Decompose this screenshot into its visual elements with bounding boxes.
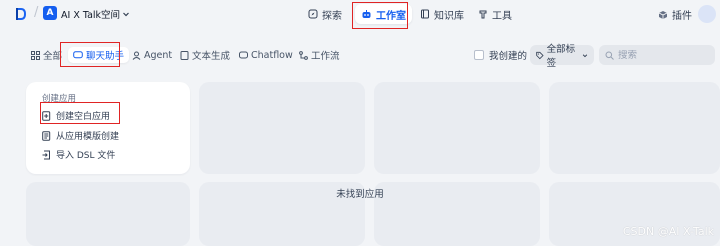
plugin-label: 插件 bbox=[672, 11, 692, 22]
nav-knowledge[interactable]: 知识库 bbox=[414, 4, 470, 24]
workflow-icon bbox=[299, 50, 308, 60]
import-dsl-label: 导入 DSL 文件 bbox=[56, 151, 116, 161]
create-blank-app-button[interactable]: 创建空白应用 bbox=[42, 109, 110, 122]
created-by-me-checkbox[interactable] bbox=[474, 50, 484, 60]
nav-studio[interactable]: 工作室 bbox=[355, 4, 412, 24]
tab-text-generation[interactable]: 文本生成 bbox=[175, 47, 235, 63]
created-by-me-label: 我创建的 bbox=[489, 51, 528, 62]
tag-filter-select[interactable]: 全部标签 bbox=[530, 44, 594, 69]
tag-icon bbox=[536, 51, 544, 59]
tab-workflow-label: 工作流 bbox=[311, 51, 340, 62]
book-icon bbox=[421, 9, 429, 19]
created-by-me-toggle[interactable]: 我创建的 bbox=[474, 48, 527, 62]
breadcrumb-separator: / bbox=[34, 5, 39, 20]
chevron-down-icon bbox=[123, 12, 129, 17]
tab-chat-assistant-label: 聊天助手 bbox=[86, 51, 125, 62]
top-bar: / A AI X Talk空间 探索 工作室 知识库 工具 插件 bbox=[0, 0, 720, 29]
import-icon bbox=[42, 150, 50, 159]
app-card-placeholder bbox=[374, 82, 540, 174]
create-app-card: 创建应用 创建空白应用 从应用模版创建 导入 DSL 文件 bbox=[26, 82, 190, 174]
grid-icon bbox=[31, 50, 40, 60]
tab-all-label: 全部 bbox=[43, 51, 63, 62]
chatflow-icon bbox=[239, 51, 248, 58]
create-from-template-button[interactable]: 从应用模版创建 bbox=[42, 129, 119, 142]
create-blank-app-label: 创建空白应用 bbox=[56, 112, 111, 122]
tab-agent-label: Agent bbox=[144, 49, 173, 61]
tab-text-generation-label: 文本生成 bbox=[192, 51, 231, 62]
tab-chat-assistant[interactable]: 聊天助手 bbox=[68, 47, 130, 63]
workspace-selector[interactable]: AI X Talk空间 bbox=[61, 7, 130, 21]
agent-icon bbox=[132, 51, 141, 60]
tab-all[interactable]: 全部 bbox=[26, 47, 67, 63]
search-icon bbox=[605, 51, 614, 60]
tab-agent[interactable]: Agent bbox=[127, 47, 177, 63]
app-card-placeholder bbox=[199, 82, 365, 174]
nav-explore[interactable]: 探索 bbox=[302, 4, 348, 24]
import-dsl-button[interactable]: 导入 DSL 文件 bbox=[42, 148, 115, 161]
filter-bar: 全部 聊天助手 Agent 文本生成 Chatflow 工作流 我创建的 全部标… bbox=[0, 42, 720, 69]
workspace-avatar[interactable]: A bbox=[43, 6, 57, 20]
workspace-name: AI X Talk空间 bbox=[61, 10, 121, 21]
plugin-button[interactable]: 插件 bbox=[658, 7, 692, 22]
robot-icon bbox=[362, 9, 371, 18]
nav-tools[interactable]: 工具 bbox=[472, 4, 518, 24]
nav-knowledge-label: 知识库 bbox=[434, 10, 464, 22]
dify-logo-icon[interactable] bbox=[14, 7, 28, 21]
tab-chatflow[interactable]: Chatflow bbox=[234, 47, 298, 63]
nav-studio-label: 工作室 bbox=[376, 10, 406, 22]
document-icon bbox=[180, 50, 189, 60]
cube-icon bbox=[658, 10, 668, 19]
tab-workflow[interactable]: 工作流 bbox=[294, 47, 345, 63]
empty-state-message: 未找到应用 bbox=[336, 189, 384, 200]
file-plus-icon bbox=[42, 110, 51, 121]
template-icon bbox=[42, 130, 51, 141]
search-box[interactable] bbox=[599, 45, 715, 65]
watermark-text: CSDN @AI X-Talk bbox=[622, 225, 714, 238]
hammer-icon bbox=[479, 10, 487, 19]
user-avatar[interactable] bbox=[698, 5, 716, 23]
chevron-down-icon bbox=[582, 53, 588, 57]
create-from-template-label: 从应用模版创建 bbox=[56, 132, 120, 142]
app-card-placeholder bbox=[549, 82, 720, 174]
search-input[interactable] bbox=[618, 49, 708, 61]
compass-icon bbox=[308, 9, 318, 19]
nav-tools-label: 工具 bbox=[492, 10, 512, 22]
chat-bubble-icon bbox=[73, 50, 83, 58]
nav-explore-label: 探索 bbox=[322, 10, 342, 22]
tag-filter-label: 全部标签 bbox=[546, 44, 576, 69]
create-app-title: 创建应用 bbox=[42, 94, 77, 104]
tab-chatflow-label: Chatflow bbox=[251, 49, 293, 61]
